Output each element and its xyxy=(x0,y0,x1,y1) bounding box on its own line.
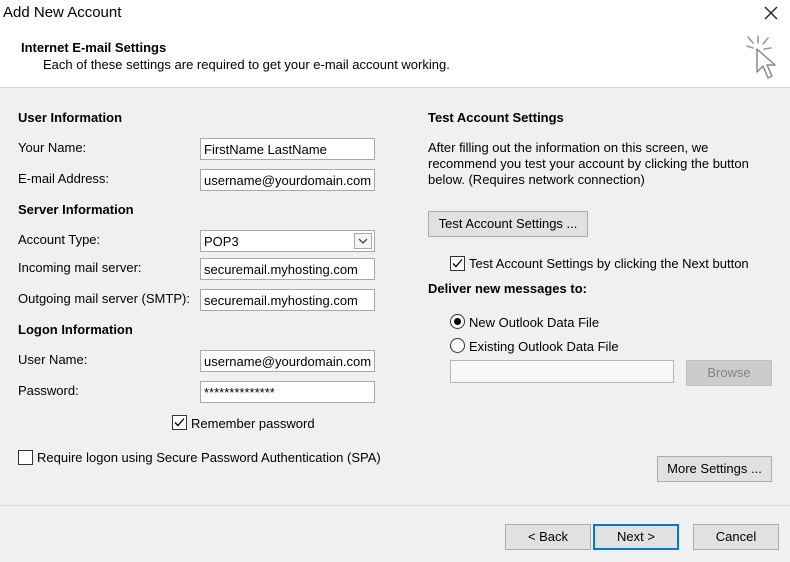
logon-info-heading: Logon Information xyxy=(18,322,133,337)
email-address-input[interactable] xyxy=(200,169,375,191)
email-address-label: E-mail Address: xyxy=(18,171,110,186)
remember-password-label[interactable]: Remember password xyxy=(191,416,315,431)
footer-separator xyxy=(0,505,790,506)
remember-password-checkbox[interactable] xyxy=(172,415,187,430)
account-type-select[interactable]: POP3 xyxy=(200,230,375,252)
incoming-server-label: Incoming mail server: xyxy=(18,260,142,275)
password-label: Password: xyxy=(18,383,79,398)
window-title: Add New Account xyxy=(3,4,122,21)
outgoing-server-input[interactable] xyxy=(200,289,375,311)
incoming-server-input[interactable] xyxy=(200,258,375,280)
close-icon[interactable] xyxy=(760,2,782,24)
spa-checkbox[interactable] xyxy=(18,450,33,465)
more-settings-button[interactable]: More Settings ... xyxy=(657,456,772,482)
chevron-down-icon[interactable] xyxy=(354,233,372,249)
deliver-heading: Deliver new messages to: xyxy=(428,281,587,296)
cursor-sparkle-icon xyxy=(742,34,782,84)
account-type-label: Account Type: xyxy=(18,232,101,247)
new-data-file-radio[interactable] xyxy=(450,314,465,329)
your-name-label: Your Name: xyxy=(18,140,87,155)
test-account-settings-button[interactable]: Test Account Settings ... xyxy=(428,211,588,237)
new-data-file-label[interactable]: New Outlook Data File xyxy=(469,315,599,330)
password-input[interactable] xyxy=(200,381,375,403)
spa-label[interactable]: Require logon using Secure Password Auth… xyxy=(37,450,381,465)
header-title: Internet E-mail Settings xyxy=(21,40,167,55)
user-info-heading: User Information xyxy=(18,110,123,125)
auto-test-label[interactable]: Test Account Settings by clicking the Ne… xyxy=(469,256,749,271)
user-name-label: User Name: xyxy=(18,352,88,367)
user-name-input[interactable] xyxy=(200,350,375,372)
existing-data-file-radio[interactable] xyxy=(450,338,465,353)
cancel-button[interactable]: Cancel xyxy=(693,524,779,550)
test-settings-heading: Test Account Settings xyxy=(428,110,564,125)
existing-data-file-label[interactable]: Existing Outlook Data File xyxy=(469,339,619,354)
server-info-heading: Server Information xyxy=(18,202,134,217)
checkmark-icon xyxy=(452,259,463,268)
account-type-value: POP3 xyxy=(204,234,239,249)
test-description-line1: After filling out the information on thi… xyxy=(428,140,709,155)
data-file-path-input[interactable] xyxy=(450,360,674,383)
back-button[interactable]: < Back xyxy=(505,524,591,550)
outgoing-server-label: Outgoing mail server (SMTP): xyxy=(18,291,190,306)
auto-test-checkbox[interactable] xyxy=(450,256,465,271)
browse-button[interactable]: Browse xyxy=(686,360,772,386)
checkmark-icon xyxy=(174,418,185,427)
test-description-line2: recommend you test your account by click… xyxy=(428,156,749,171)
next-button[interactable]: Next > xyxy=(593,524,679,550)
your-name-input[interactable] xyxy=(200,138,375,160)
test-description-line3: below. (Requires network connection) xyxy=(428,172,645,187)
header-subtitle: Each of these settings are required to g… xyxy=(43,57,450,72)
